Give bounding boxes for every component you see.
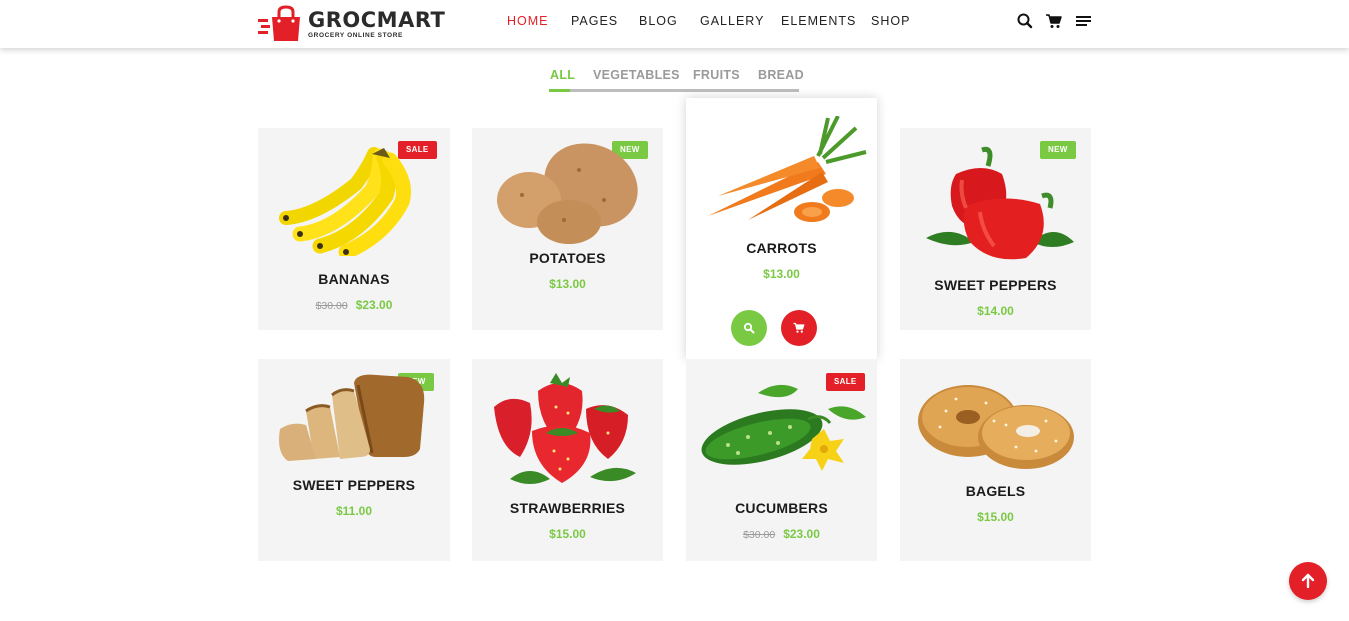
product-name[interactable]: STRAWBERRIES [472, 500, 663, 516]
product-name[interactable]: SWEET PEPPERS [900, 277, 1091, 293]
old-price: $30.00 [743, 529, 776, 541]
current-price: $23.00 [355, 298, 393, 312]
strawberry-image [490, 373, 642, 496]
product-price: $15.00 [472, 527, 663, 541]
cart-icon[interactable] [1045, 12, 1063, 30]
cucumber-image [698, 379, 868, 484]
product-price: $13.00 [686, 267, 877, 281]
product-price: $30.00 $23.00 [686, 527, 877, 541]
current-price: $14.00 [977, 304, 1014, 318]
menu-icon[interactable] [1075, 12, 1093, 30]
product-card-potatoes[interactable]: NEW POTATOES $13.00 [472, 128, 663, 330]
nav-pages[interactable]: PAGES [571, 14, 618, 28]
current-price: $11.00 [335, 504, 373, 518]
add-to-cart-button[interactable] [781, 310, 817, 346]
product-card-carrots[interactable]: CARROTS $13.00 [686, 98, 877, 359]
potato-image [494, 140, 644, 250]
product-price: $11.00 [258, 504, 450, 518]
nav-gallery[interactable]: GALLERY [700, 14, 764, 28]
banana-image [276, 146, 420, 261]
current-price: $13.00 [763, 267, 800, 281]
logo[interactable]: GROCMART GROCERY ONLINE STORE [258, 4, 445, 44]
product-card-bananas[interactable]: SALE BANANAS $30.00 $23.00 [258, 128, 450, 330]
nav-shop[interactable]: SHOP [871, 14, 910, 28]
scroll-to-top-button[interactable] [1289, 562, 1327, 600]
current-price: $23.00 [783, 527, 820, 541]
shopping-bag-icon [258, 5, 304, 43]
product-price: $30.00 $23.00 [258, 298, 450, 312]
current-price: $15.00 [977, 510, 1014, 524]
product-name[interactable]: SWEET PEPPERS [258, 477, 450, 493]
product-name[interactable]: BAGELS [900, 483, 1091, 499]
filter-underline [549, 89, 799, 92]
filter-fruits[interactable]: FRUITS [693, 68, 740, 82]
search-icon [743, 322, 755, 334]
product-card-bread[interactable]: NEW SWEET PEPPERS $11.00 [258, 359, 450, 561]
quick-view-button[interactable] [731, 310, 767, 346]
filter-bread[interactable]: BREAD [758, 68, 804, 82]
product-price: $14.00 [900, 304, 1091, 318]
arrow-up-icon [1301, 573, 1315, 589]
search-icon[interactable] [1016, 12, 1034, 30]
product-filter: ALL VEGETABLES FRUITS BREAD [549, 66, 804, 92]
product-name[interactable]: POTATOES [472, 250, 663, 266]
nav-home[interactable]: HOME [507, 14, 549, 28]
product-name[interactable]: CUCUMBERS [686, 500, 877, 516]
filter-active-underline [549, 89, 570, 92]
product-card-cucumbers[interactable]: SALE CUCUMBERS $30.00 $23.00 [686, 359, 877, 561]
current-price: $13.00 [549, 277, 586, 291]
filter-vegetables[interactable]: VEGETABLES [593, 68, 680, 82]
carrot-image [708, 115, 870, 231]
bread-image [276, 373, 428, 470]
cart-icon [793, 322, 805, 333]
nav-blog[interactable]: BLOG [639, 14, 678, 28]
brand-tagline: GROCERY ONLINE STORE [308, 31, 403, 39]
current-price: $15.00 [549, 527, 586, 541]
nav-elements[interactable]: ELEMENTS [781, 14, 856, 28]
filter-all[interactable]: ALL [550, 68, 575, 82]
pepper-image [922, 146, 1074, 269]
old-price: $30.00 [315, 300, 348, 312]
product-card-bagels[interactable]: BAGELS $15.00 [900, 359, 1091, 561]
product-price: $13.00 [472, 277, 663, 291]
product-name[interactable]: BANANAS [258, 271, 450, 287]
bagel-image [916, 381, 1076, 478]
product-card-sweet-peppers[interactable]: NEW SWEET PEPPERS $14.00 [900, 128, 1091, 330]
product-name[interactable]: CARROTS [686, 240, 877, 256]
brand-name: GROCMART [308, 7, 446, 32]
product-price: $15.00 [900, 510, 1091, 524]
product-card-strawberries[interactable]: STRAWBERRIES $15.00 [472, 359, 663, 561]
site-header: GROCMART GROCERY ONLINE STORE HOME PAGES… [0, 0, 1349, 48]
